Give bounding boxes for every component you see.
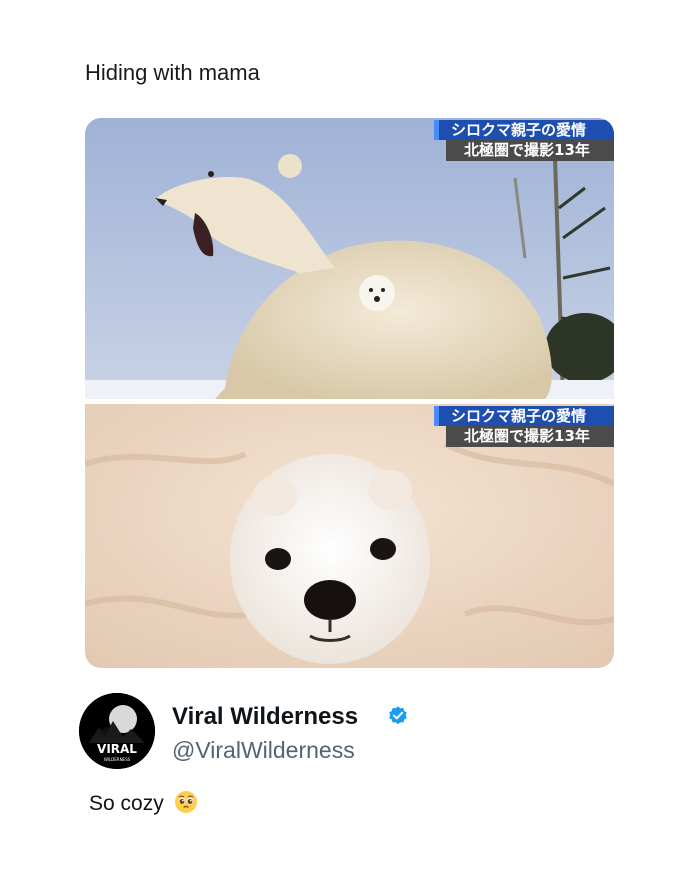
- author-profile[interactable]: VIRAL WILDERNESS Viral Wilderness @Viral…: [79, 693, 639, 783]
- ticker-headline: シロクマ親子の愛情: [434, 120, 614, 140]
- photo-cub-closeup[interactable]: シロクマ親子の愛情 北極圏で撮影13年: [85, 404, 614, 668]
- avatar-subtext: WILDERNESS: [104, 757, 131, 762]
- ticker-subheadline: 北極圏で撮影13年: [446, 426, 614, 447]
- avatar[interactable]: VIRAL WILDERNESS: [79, 693, 155, 769]
- viral-wilderness-logo: VIRAL WILDERNESS: [79, 693, 155, 769]
- ticker-headline: シロクマ親子の愛情: [434, 406, 614, 426]
- avatar-text: VIRAL: [97, 742, 137, 756]
- photo-mother-and-cub[interactable]: シロクマ親子の愛情 北極圏で撮影13年: [85, 118, 614, 399]
- ticker-subheadline: 北極圏で撮影13年: [446, 140, 614, 161]
- news-ticker-top: シロクマ親子の愛情 北極圏で撮影13年: [434, 120, 614, 161]
- verified-badge-icon: [389, 706, 407, 725]
- pleading-face-emoji: [174, 791, 197, 813]
- display-name[interactable]: Viral Wilderness: [172, 703, 358, 731]
- user-handle[interactable]: @ViralWilderness: [172, 737, 355, 764]
- post-media[interactable]: シロクマ親子の愛情 北極圏で撮影13年 シロクマ親子の愛情 北極圏で撮影13年: [85, 118, 614, 668]
- post-text-content: So cozy: [89, 792, 164, 815]
- post-text: So cozy: [89, 790, 198, 816]
- news-ticker-bottom: シロクマ親子の愛情 北極圏で撮影13年: [434, 406, 614, 447]
- post-caption: Hiding with mama: [85, 60, 260, 85]
